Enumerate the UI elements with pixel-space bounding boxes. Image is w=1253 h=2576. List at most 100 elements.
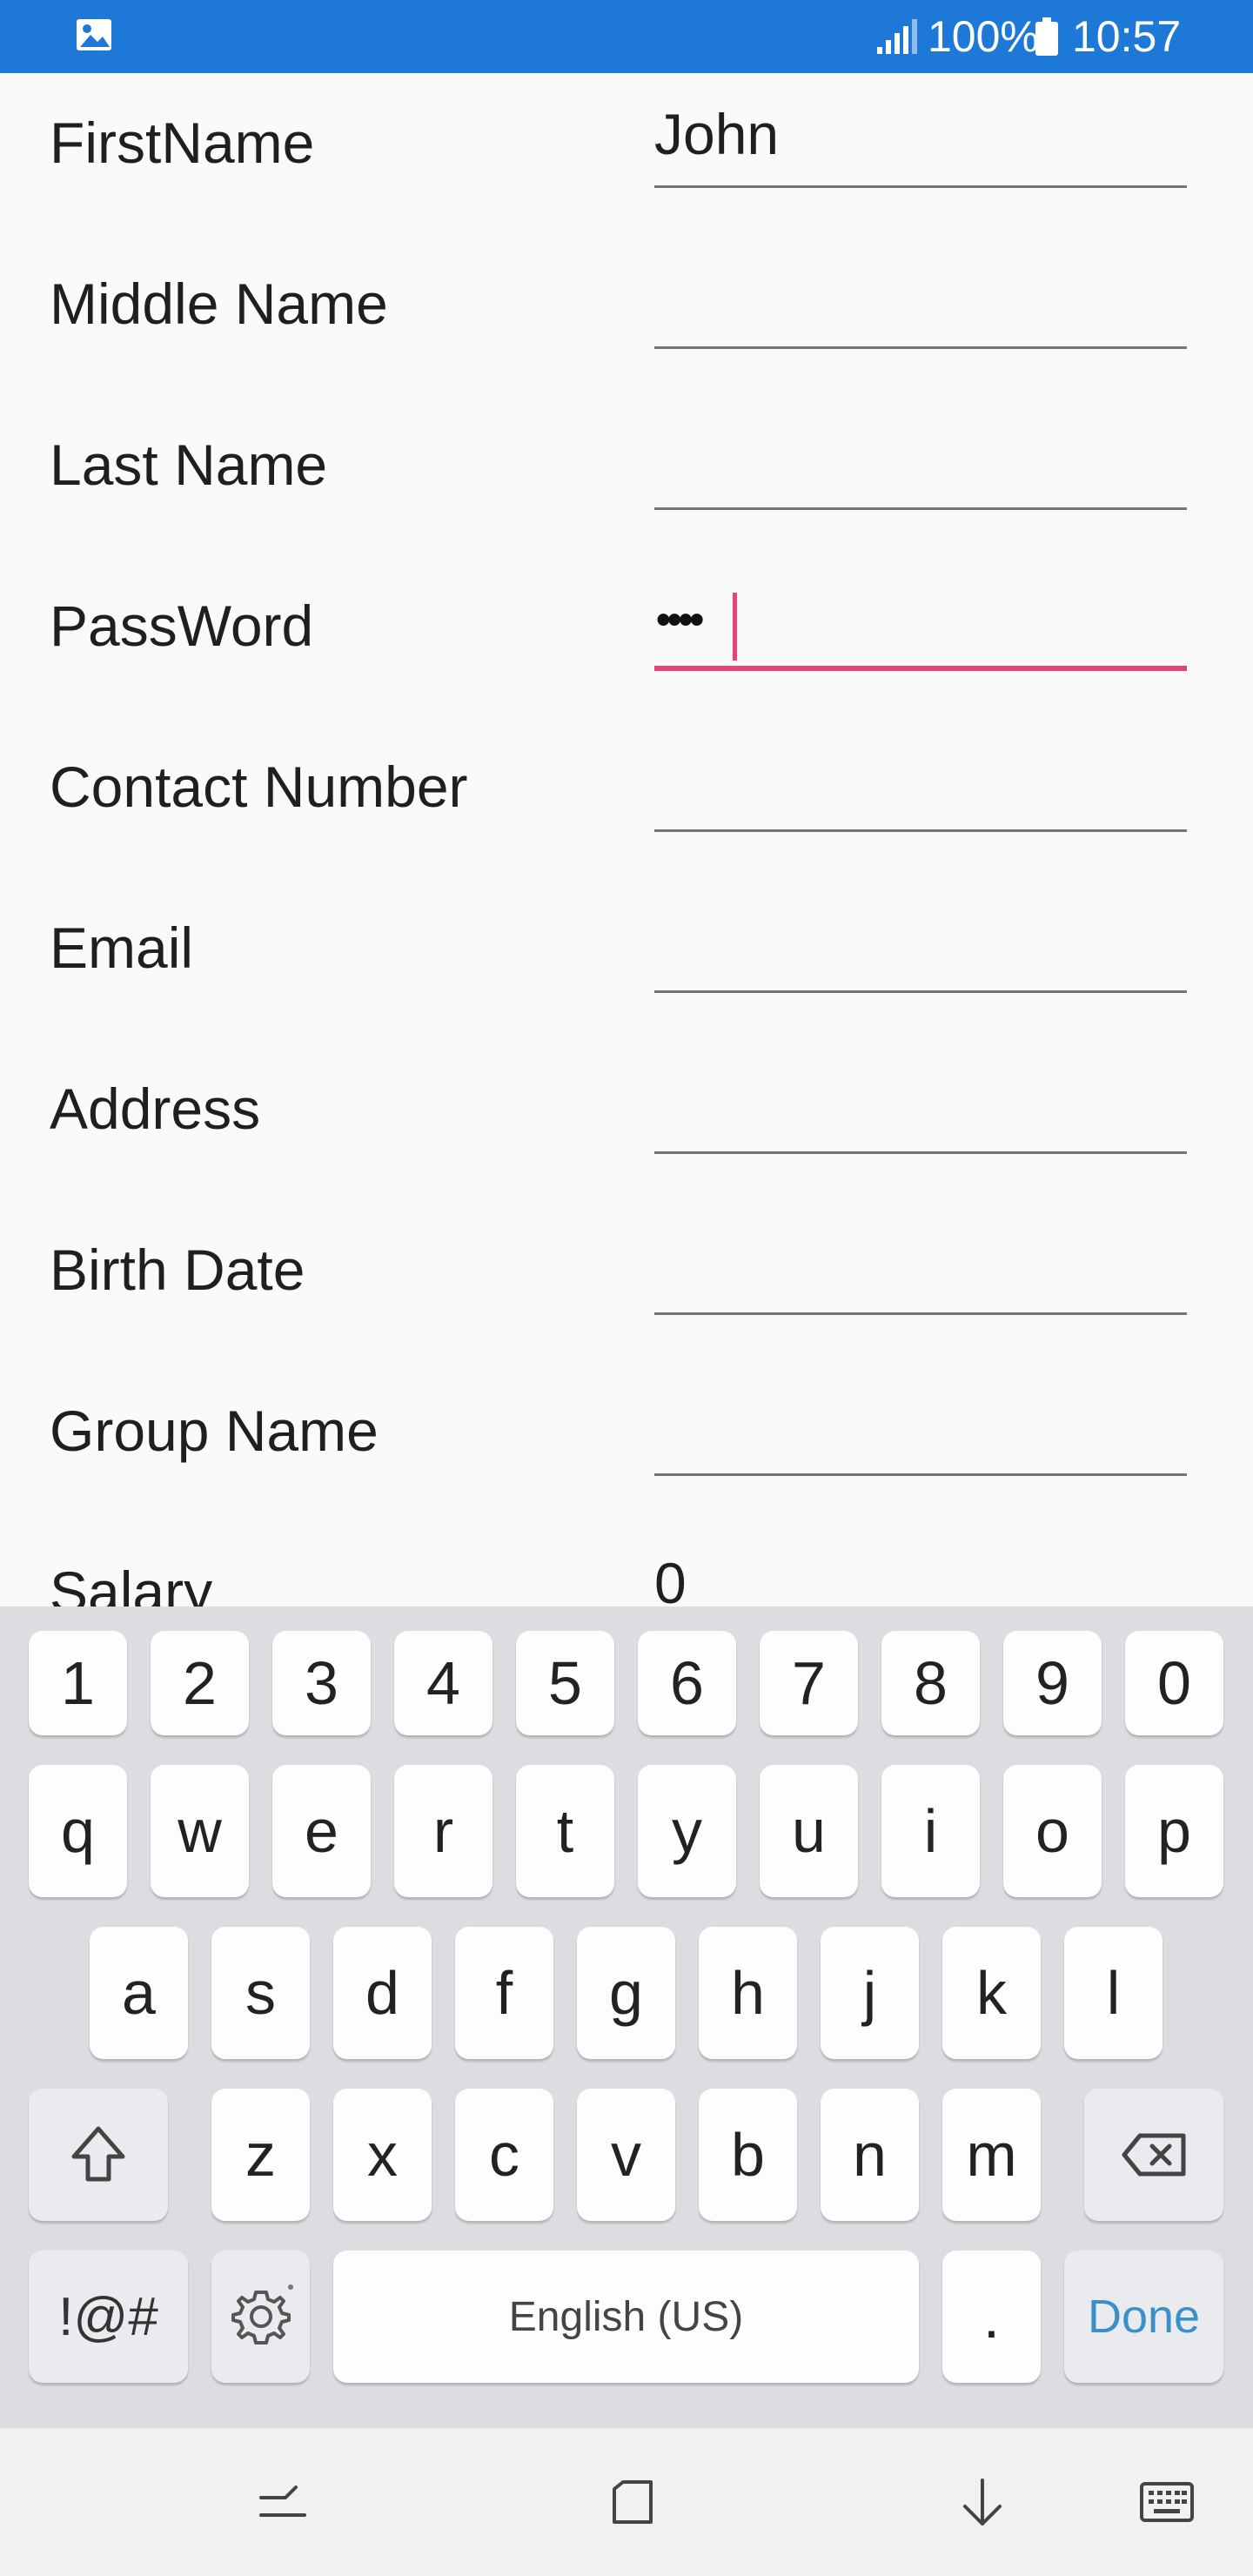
key-b[interactable]: b [699, 2089, 797, 2221]
signal-icon [877, 19, 917, 54]
battery-icon [1035, 17, 1058, 56]
key-2[interactable]: 2 [151, 1631, 249, 1735]
key-h[interactable]: h [699, 1927, 797, 2059]
password-input[interactable]: •••• [654, 574, 1187, 671]
gear-icon [231, 2284, 293, 2345]
navigation-bar [0, 2428, 1253, 2576]
key-w[interactable]: w [151, 1765, 249, 1897]
key-z[interactable]: z [211, 2089, 310, 2221]
last-name-input[interactable] [654, 413, 1187, 510]
form-row-last-name: Last Name [0, 395, 1253, 556]
shift-icon [71, 2126, 125, 2182]
done-key[interactable]: Done [1064, 2251, 1223, 2383]
key-i[interactable]: i [881, 1765, 980, 1897]
email-input[interactable] [654, 896, 1187, 993]
hide-keyboard-icon [963, 2479, 1002, 2526]
key-t[interactable]: t [516, 1765, 614, 1897]
form-row-middle-name: Middle Name [0, 234, 1253, 395]
key-g[interactable]: g [577, 1927, 675, 2059]
key-4[interactable]: 4 [394, 1631, 492, 1735]
keyboard-switch-icon [1140, 2482, 1194, 2522]
key-a[interactable]: a [90, 1927, 188, 2059]
field-label: FirstName [50, 111, 315, 175]
field-label: Salary [50, 1560, 213, 1607]
shift-key[interactable] [29, 2089, 168, 2221]
key-5[interactable]: 5 [516, 1631, 614, 1735]
form-row-salary: Salary 0 [0, 1522, 1253, 1607]
birth-date-input[interactable] [654, 1218, 1187, 1315]
field-label: Birth Date [50, 1238, 305, 1302]
field-label: Middle Name [50, 272, 388, 336]
backspace-icon [1122, 2133, 1186, 2177]
form-row-email: Email [0, 878, 1253, 1039]
field-label: Group Name [50, 1399, 379, 1463]
contact-number-input[interactable] [654, 735, 1187, 832]
key-d[interactable]: d [333, 1927, 432, 2059]
password-dots: •••• [656, 597, 704, 643]
first-name-input[interactable]: John [654, 91, 1187, 188]
key-v[interactable]: v [577, 2089, 675, 2221]
soft-keyboard: 1 2 3 4 5 6 7 8 9 0 q w e r t y u i o p … [0, 1607, 1253, 2428]
key-j[interactable]: j [821, 1927, 919, 2059]
key-6[interactable]: 6 [638, 1631, 736, 1735]
field-value: 0 [654, 1551, 687, 1607]
field-value: John [654, 102, 780, 166]
form-row-contact-number: Contact Number [0, 717, 1253, 878]
period-key[interactable]: . [942, 2251, 1041, 2383]
key-8[interactable]: 8 [881, 1631, 980, 1735]
key-3[interactable]: 3 [272, 1631, 371, 1735]
form-row-group-name: Group Name [0, 1361, 1253, 1522]
field-label: Address [50, 1077, 261, 1141]
key-r[interactable]: r [394, 1765, 492, 1897]
key-n[interactable]: n [821, 2089, 919, 2221]
symbols-key-label: !@# [58, 2286, 158, 2347]
text-cursor [733, 593, 737, 661]
field-label: Last Name [50, 433, 328, 497]
settings-key[interactable] [211, 2251, 310, 2383]
key-c[interactable]: c [455, 2089, 553, 2221]
key-e[interactable]: e [272, 1765, 371, 1897]
key-0[interactable]: 0 [1125, 1631, 1223, 1735]
group-name-input[interactable] [654, 1379, 1187, 1476]
space-bar-label: English (US) [508, 2293, 744, 2340]
key-9[interactable]: 9 [1003, 1631, 1102, 1735]
key-p[interactable]: p [1125, 1765, 1223, 1897]
hide-keyboard-button[interactable] [943, 2463, 1022, 2541]
battery-percentage: 100% [928, 12, 1039, 61]
middle-name-input[interactable] [654, 252, 1187, 349]
form-row-birth-date: Birth Date [0, 1200, 1253, 1361]
key-1[interactable]: 1 [29, 1631, 127, 1735]
space-bar[interactable]: English (US) [333, 2251, 919, 2383]
clock: 10:57 [1072, 12, 1182, 61]
home-button[interactable] [593, 2463, 672, 2541]
salary-input[interactable]: 0 [654, 1540, 1187, 1607]
backspace-key[interactable] [1084, 2089, 1223, 2221]
key-s[interactable]: s [211, 1927, 310, 2059]
key-m[interactable]: m [942, 2089, 1041, 2221]
key-u[interactable]: u [760, 1765, 858, 1897]
key-f[interactable]: f [455, 1927, 553, 2059]
key-y[interactable]: y [638, 1765, 736, 1897]
home-icon [613, 2480, 653, 2524]
field-label: Contact Number [50, 755, 468, 819]
done-key-label: Done [1087, 2291, 1201, 2343]
address-input[interactable] [654, 1057, 1187, 1154]
recent-apps-button[interactable] [244, 2463, 322, 2541]
symbols-key[interactable]: !@# [29, 2251, 188, 2383]
field-label: PassWord [50, 594, 314, 658]
form-row-first-name: FirstName John [0, 73, 1253, 234]
gallery-icon [77, 19, 111, 50]
field-label: Email [50, 916, 194, 980]
form-row-password: PassWord •••• [0, 556, 1253, 717]
key-q[interactable]: q [29, 1765, 127, 1897]
key-x[interactable]: x [333, 2089, 432, 2221]
key-k[interactable]: k [942, 1927, 1041, 2059]
recent-apps-icon [259, 2485, 306, 2517]
key-l[interactable]: l [1064, 1927, 1163, 2059]
key-o[interactable]: o [1003, 1765, 1102, 1897]
registration-form: FirstName John Middle Name Last Name Pas… [0, 73, 1253, 1607]
keyboard-switch-button[interactable] [1128, 2463, 1206, 2541]
status-bar: 100% 10:57 [0, 0, 1253, 73]
key-7[interactable]: 7 [760, 1631, 858, 1735]
form-row-address: Address [0, 1039, 1253, 1200]
